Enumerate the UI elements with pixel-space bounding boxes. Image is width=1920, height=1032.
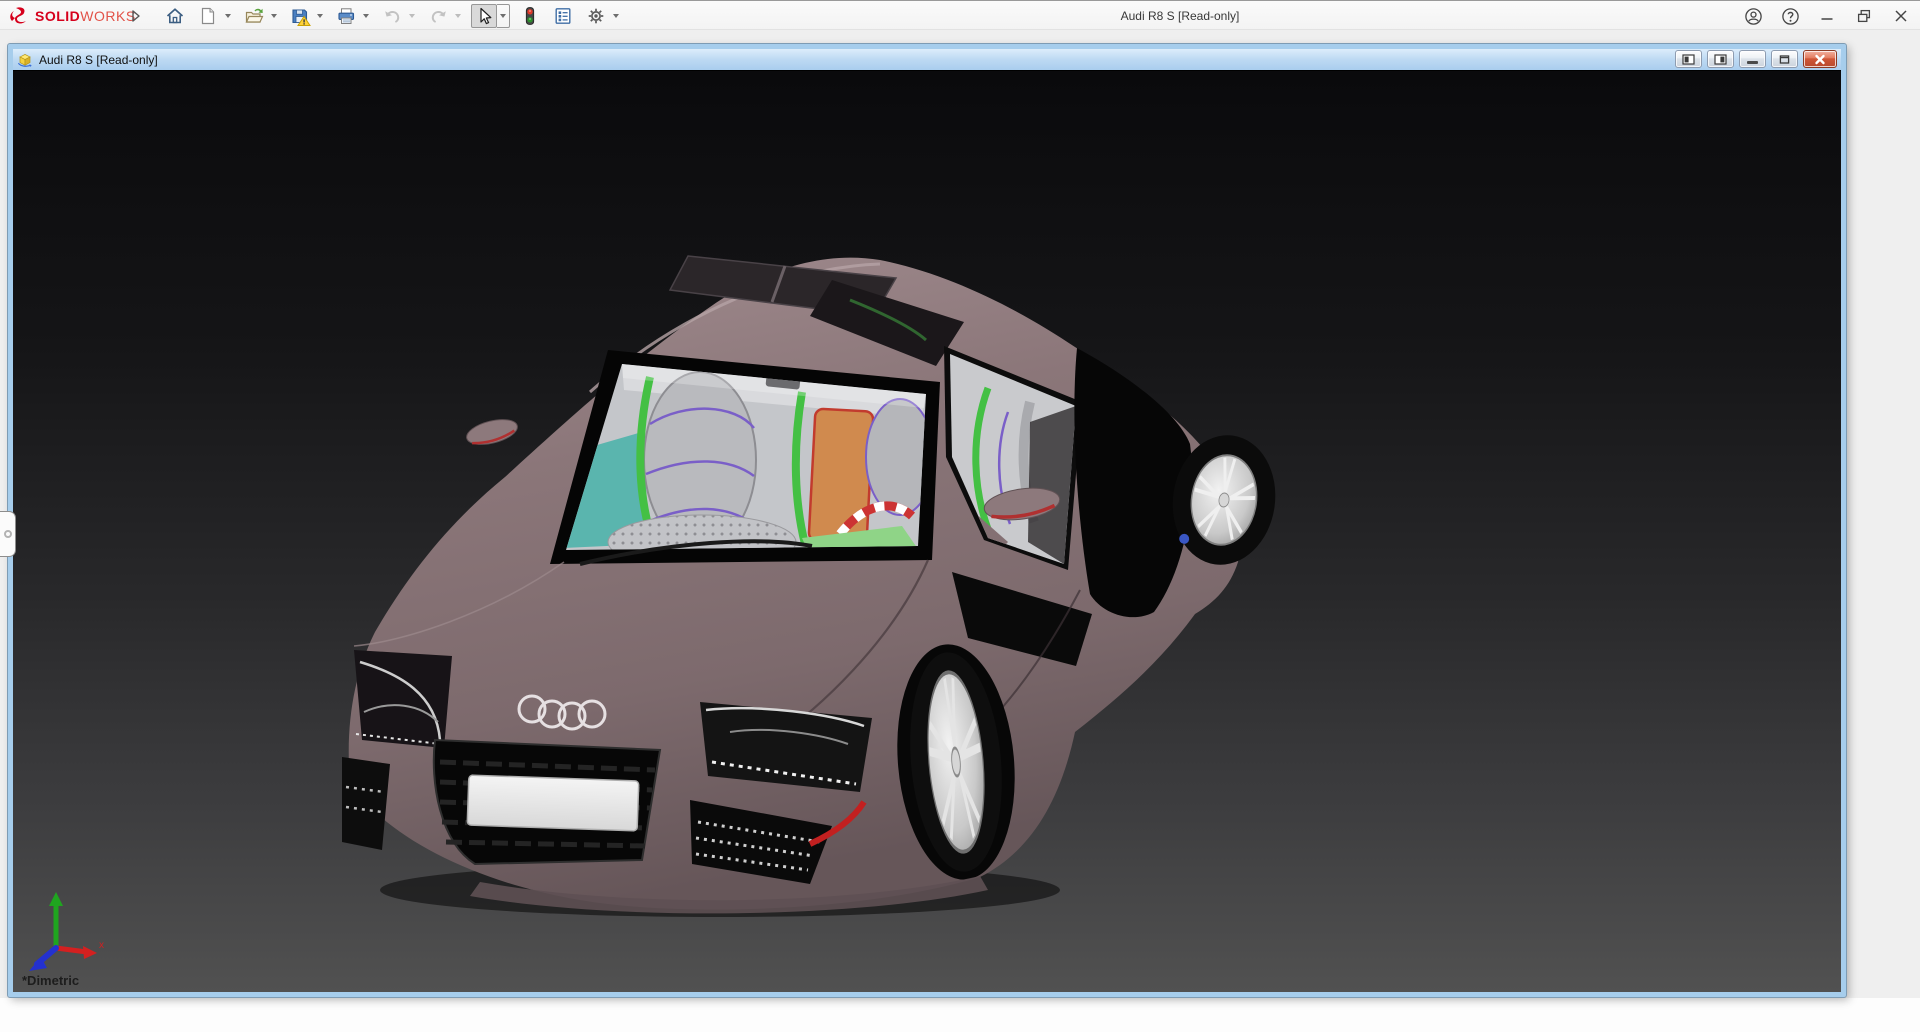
panel-tab-handle-icon xyxy=(4,530,12,538)
pane-right-icon xyxy=(1714,54,1727,65)
left-headlight[interactable] xyxy=(354,650,452,748)
collapsed-feature-panel-tab[interactable] xyxy=(0,511,16,557)
restore-button[interactable] xyxy=(1851,4,1877,28)
left-side-mirror[interactable] xyxy=(464,415,520,449)
help-icon xyxy=(1781,7,1800,26)
print-button[interactable] xyxy=(333,4,359,28)
save-button[interactable] xyxy=(287,4,313,28)
undo-icon xyxy=(382,6,403,26)
home-button[interactable] xyxy=(162,4,188,28)
minimize-icon xyxy=(1818,7,1836,25)
document-close-icon xyxy=(1813,54,1827,65)
solidworks-window: SOLIDWORKS xyxy=(0,0,1920,1032)
show-pane-right-button[interactable] xyxy=(1707,50,1734,68)
new-document-button[interactable] xyxy=(195,4,221,28)
x-axis-label: x xyxy=(99,940,104,951)
document-titlebar[interactable]: Audi R8 S [Read-only] xyxy=(13,49,1841,70)
document-close-button[interactable] xyxy=(1803,50,1837,68)
restore-icon xyxy=(1855,7,1873,25)
document-restore-button[interactable] xyxy=(1771,50,1798,68)
solidworks-logo-text: SOLIDWORKS xyxy=(35,8,136,24)
save-icon xyxy=(290,6,311,26)
redo-icon xyxy=(428,6,449,26)
rebuild-button[interactable] xyxy=(517,4,543,28)
new-document-icon xyxy=(198,6,218,26)
select-tool-dropdown[interactable] xyxy=(497,4,510,28)
document-title: Audi R8 S [Read-only] xyxy=(39,53,158,67)
options-dropdown[interactable] xyxy=(609,4,622,28)
options-button[interactable] xyxy=(583,4,609,28)
select-cursor-icon xyxy=(474,6,494,26)
left-side-intake[interactable] xyxy=(342,757,390,850)
open-icon xyxy=(244,6,265,26)
document-restore-icon xyxy=(1778,54,1791,65)
undo-dropdown[interactable] xyxy=(405,4,418,28)
file-properties-button[interactable] xyxy=(550,4,576,28)
pane-left-icon xyxy=(1682,54,1695,65)
close-button[interactable] xyxy=(1888,4,1914,28)
solidworks-logo: SOLIDWORKS xyxy=(8,5,136,27)
help-button[interactable] xyxy=(1777,4,1803,28)
document-window-buttons xyxy=(1670,50,1837,68)
document-minimize-button[interactable] xyxy=(1739,50,1766,68)
close-icon xyxy=(1892,7,1910,25)
menu-flyout-arrow-icon[interactable] xyxy=(131,9,141,23)
x-axis-arrow[interactable] xyxy=(83,946,97,959)
titlebar-right-controls xyxy=(1729,4,1914,28)
print-dropdown[interactable] xyxy=(359,4,372,28)
car-model-audi-r8[interactable] xyxy=(340,242,1320,922)
orientation-triad[interactable]: x xyxy=(23,886,107,978)
save-dropdown[interactable] xyxy=(313,4,326,28)
quick-access-toolbar xyxy=(162,4,629,28)
select-tool-button[interactable] xyxy=(471,4,497,28)
window-title: Audi R8 S [Read-only] xyxy=(1040,9,1320,23)
rebuild-stoplight-icon xyxy=(520,6,540,26)
document-window: Audi R8 S [Read-only] xyxy=(8,44,1846,997)
license-plate[interactable] xyxy=(467,775,639,831)
mdi-bottom-strip xyxy=(0,998,1920,1032)
minimize-button[interactable] xyxy=(1814,4,1840,28)
assembly-document-icon xyxy=(17,52,33,68)
account-button[interactable] xyxy=(1740,4,1766,28)
options-gear-icon xyxy=(586,6,606,26)
document-minimize-icon xyxy=(1747,61,1758,64)
file-properties-icon xyxy=(553,6,573,26)
show-pane-left-button[interactable] xyxy=(1675,50,1702,68)
undo-button[interactable] xyxy=(379,4,405,28)
open-button[interactable] xyxy=(241,4,267,28)
new-document-dropdown[interactable] xyxy=(221,4,234,28)
home-icon xyxy=(165,6,185,26)
account-icon xyxy=(1744,7,1763,26)
graphics-viewport[interactable]: x *Dimetric xyxy=(13,70,1841,992)
main-titlebar: SOLIDWORKS xyxy=(0,0,1920,30)
y-axis-arrow[interactable] xyxy=(49,892,63,906)
open-dropdown[interactable] xyxy=(267,4,280,28)
redo-button[interactable] xyxy=(425,4,451,28)
solidworks-logo-mark-icon xyxy=(8,5,32,27)
view-orientation-label: *Dimetric xyxy=(22,973,79,988)
print-icon xyxy=(336,6,357,26)
redo-dropdown[interactable] xyxy=(451,4,464,28)
